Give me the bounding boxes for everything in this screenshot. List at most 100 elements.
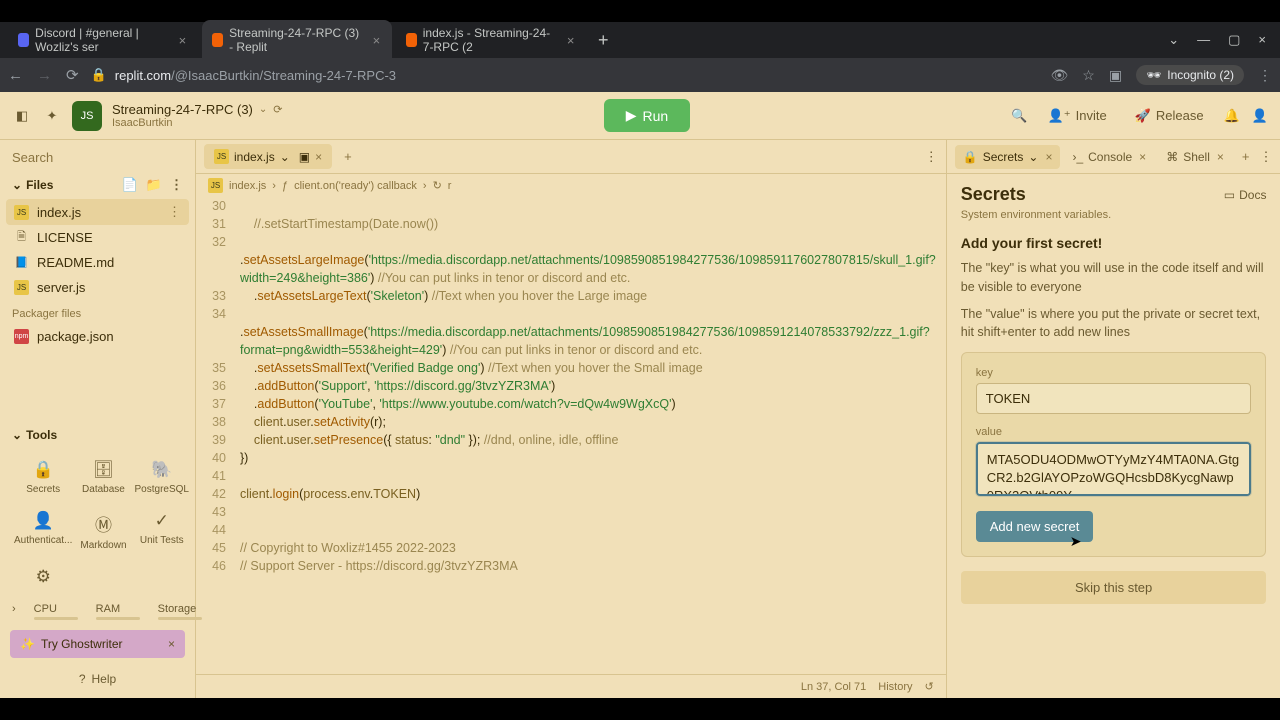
- reload-icon[interactable]: ⟳: [66, 66, 79, 84]
- file-item[interactable]: 📘README.md: [0, 250, 195, 275]
- avatar-icon[interactable]: 👤: [1252, 108, 1268, 124]
- tool-auth[interactable]: 👤Authenticat...: [12, 505, 74, 557]
- packager-header: Packager files: [0, 300, 195, 324]
- tools-header[interactable]: ⌄ Tools: [0, 422, 195, 448]
- new-folder-icon[interactable]: 📁: [146, 177, 162, 193]
- skip-button[interactable]: Skip this step: [961, 571, 1267, 604]
- url-field[interactable]: 🔒 replit.com/@IsaacBurtkin/Streaming-24-…: [91, 67, 1039, 83]
- resource-meters: › CPU RAM Storage: [0, 599, 195, 624]
- browser-tabbar: Discord | #general | Wozliz's ser × Stre…: [0, 22, 1280, 58]
- breadcrumb[interactable]: JS index.js › ƒ client.on('ready') callb…: [196, 174, 946, 197]
- close-icon[interactable]: ×: [1217, 150, 1224, 164]
- tool-settings[interactable]: ⚙: [12, 561, 74, 593]
- more-icon[interactable]: ⋮: [170, 177, 183, 193]
- close-icon[interactable]: ×: [315, 150, 322, 164]
- value-label: value: [976, 426, 1252, 438]
- app-header: ◧ ✦ JS Streaming-24-7-RPC (3) ⌄ ⟳ IsaacB…: [0, 92, 1280, 140]
- browser-tab[interactable]: Streaming-24-7-RPC (3) - Replit ×: [202, 20, 392, 60]
- chevron-down-icon[interactable]: ⌄: [1168, 32, 1179, 48]
- tab-console[interactable]: ›_Console×: [1064, 145, 1154, 169]
- editor-tab[interactable]: JS index.js ⌄ ▣ ×: [204, 144, 332, 169]
- add-tab-icon[interactable]: +: [1236, 149, 1256, 164]
- run-button[interactable]: ▶ Run: [604, 99, 690, 132]
- npm-icon: npm: [14, 329, 29, 344]
- close-icon[interactable]: ×: [1139, 150, 1146, 164]
- tool-database[interactable]: 🗄Database: [78, 454, 128, 501]
- play-icon: ▶: [626, 107, 637, 124]
- close-icon[interactable]: ×: [168, 637, 175, 651]
- search-input[interactable]: Search: [0, 144, 195, 171]
- project-lang-icon: JS: [72, 101, 102, 131]
- files-header[interactable]: ⌄ Files 📄 📁 ⋮: [0, 171, 195, 199]
- invite-button[interactable]: 👤⁺Invite: [1040, 103, 1115, 129]
- close-icon[interactable]: ×: [565, 33, 576, 47]
- new-file-icon[interactable]: 📄: [122, 177, 138, 193]
- chevron-down-icon[interactable]: ⌄: [280, 150, 290, 164]
- menu-icon[interactable]: ⋮: [1258, 67, 1272, 84]
- database-icon: 🗄: [93, 460, 115, 480]
- ghostwriter-banner[interactable]: ✨ Try Ghostwriter ×: [10, 630, 185, 658]
- close-icon[interactable]: ×: [1045, 150, 1052, 164]
- console-icon: ›_: [1072, 150, 1083, 164]
- check-icon: ✓: [155, 511, 169, 531]
- more-icon[interactable]: ⋮: [168, 204, 181, 220]
- gear-icon: ⚙: [36, 567, 51, 587]
- close-icon[interactable]: ×: [371, 33, 382, 47]
- browser-tab[interactable]: index.js - Streaming-24-7-RPC (2 ×: [396, 20, 586, 60]
- expand-icon[interactable]: ›: [12, 603, 16, 620]
- tab-shell[interactable]: ⌘Shell×: [1158, 145, 1232, 169]
- lock-icon: 🔒: [33, 460, 54, 480]
- incognito-badge[interactable]: 🕶 Incognito (2): [1136, 65, 1244, 85]
- tool-postgresql[interactable]: 🐘PostgreSQL: [133, 454, 191, 501]
- docs-link[interactable]: ▭Docs: [1224, 188, 1267, 202]
- lock-icon: 🔒: [963, 150, 978, 164]
- back-icon[interactable]: ←: [8, 67, 23, 84]
- replit-logo-icon[interactable]: ✦: [42, 106, 62, 126]
- close-icon[interactable]: ×: [177, 33, 188, 47]
- tool-markdown[interactable]: ⓂMarkdown: [78, 505, 128, 557]
- tab-title: Streaming-24-7-RPC (3) - Replit: [229, 26, 365, 54]
- tool-secrets[interactable]: 🔒Secrets: [12, 454, 74, 501]
- more-icon[interactable]: ⋮: [925, 149, 938, 165]
- close-window-icon[interactable]: ×: [1258, 32, 1266, 48]
- help-text: The "value" is where you put the private…: [961, 305, 1267, 343]
- code-area[interactable]: 30 31 //.setStartTimestamp(Date.now()) 3…: [196, 197, 946, 674]
- postgres-icon: 🐘: [151, 460, 172, 480]
- refresh-icon[interactable]: ⟳: [273, 103, 282, 116]
- history-button[interactable]: History: [878, 681, 912, 693]
- tab-secrets[interactable]: 🔒Secrets⌄×: [955, 145, 1061, 169]
- secret-key-input[interactable]: [976, 383, 1252, 414]
- js-file-icon: JS: [14, 205, 29, 220]
- more-icon[interactable]: ⋮: [1259, 149, 1272, 165]
- new-tab-button[interactable]: +: [590, 30, 617, 51]
- file-icon: 🗎: [14, 230, 29, 245]
- search-icon[interactable]: 🔍: [1011, 108, 1027, 124]
- secret-value-input[interactable]: MTA5ODU4ODMwOTYyMzY4MTA0NA.GtgCR2.b2GlAY…: [976, 442, 1252, 496]
- minimize-icon[interactable]: —: [1197, 32, 1210, 48]
- forward-icon[interactable]: →: [37, 67, 52, 84]
- project-title: Streaming-24-7-RPC (3): [112, 102, 253, 117]
- secrets-panel: 🔒Secrets⌄× ›_Console× ⌘Shell× + ⋮ Secret…: [947, 140, 1280, 698]
- chevron-down-icon[interactable]: ⌄: [1028, 150, 1038, 164]
- split-icon[interactable]: ▣: [299, 150, 310, 164]
- cursor-position[interactable]: Ln 37, Col 71: [801, 681, 866, 693]
- bell-icon[interactable]: 🔔: [1224, 108, 1240, 124]
- sidebar-toggle-icon[interactable]: ◧: [12, 106, 32, 126]
- cursor-icon: ➤: [1070, 533, 1082, 550]
- help-text: The "key" is what you will use in the co…: [961, 259, 1267, 297]
- file-item[interactable]: JSindex.js⋮: [6, 199, 189, 225]
- add-tab-icon[interactable]: +: [338, 149, 358, 164]
- star-icon[interactable]: ☆: [1082, 67, 1095, 84]
- eye-off-icon[interactable]: 👁: [1050, 67, 1068, 84]
- chevron-down-icon[interactable]: ⌄: [259, 104, 267, 115]
- tool-unit-tests[interactable]: ✓Unit Tests: [133, 505, 191, 557]
- release-button[interactable]: 🚀Release: [1127, 103, 1212, 129]
- history-icon[interactable]: ↺: [925, 680, 934, 693]
- panel-icon[interactable]: ▣: [1109, 67, 1122, 84]
- file-item[interactable]: npmpackage.json: [0, 324, 195, 349]
- help-button[interactable]: ?Help: [0, 664, 195, 694]
- browser-tab[interactable]: Discord | #general | Wozliz's ser ×: [8, 20, 198, 60]
- file-item[interactable]: JSserver.js: [0, 275, 195, 300]
- maximize-icon[interactable]: ▢: [1228, 32, 1240, 48]
- file-item[interactable]: 🗎LICENSE: [0, 225, 195, 250]
